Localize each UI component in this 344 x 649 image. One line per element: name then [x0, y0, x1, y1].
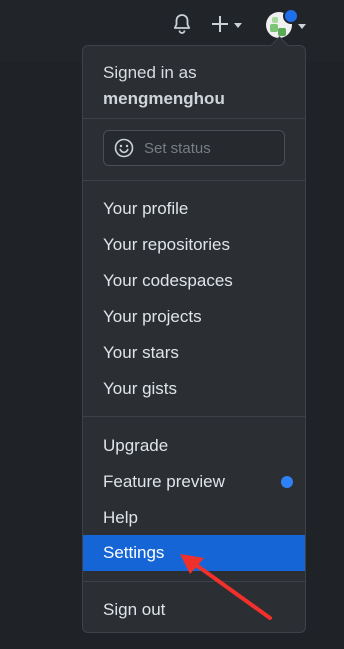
menu-item-upgrade[interactable]: Upgrade	[83, 428, 305, 464]
set-status-placeholder: Set status	[144, 140, 211, 157]
plus-icon	[212, 16, 228, 32]
chevron-down-icon	[234, 23, 242, 28]
menu-item-your-codespaces[interactable]: Your codespaces	[83, 263, 305, 299]
divider	[83, 416, 305, 417]
signed-in-header: Signed in as mengmenghou	[103, 60, 225, 112]
smiley-icon	[114, 138, 134, 158]
menu-item-your-projects[interactable]: Your projects	[83, 299, 305, 335]
menu-item-help[interactable]: Help	[83, 500, 305, 536]
menu-item-your-profile[interactable]: Your profile	[83, 191, 305, 227]
user-menu-button[interactable]	[266, 8, 310, 40]
username[interactable]: mengmenghou	[103, 86, 225, 112]
new-feature-dot	[281, 476, 293, 488]
feature-preview-label: Feature preview	[103, 472, 225, 491]
set-status-button[interactable]: Set status	[103, 130, 285, 166]
bell-icon[interactable]	[170, 12, 194, 36]
menu-item-your-gists[interactable]: Your gists	[83, 371, 305, 407]
divider	[83, 118, 305, 119]
menu-item-your-repositories[interactable]: Your repositories	[83, 227, 305, 263]
red-annotation-arrow	[180, 554, 272, 620]
divider	[83, 180, 305, 181]
chevron-down-icon	[298, 24, 306, 29]
create-new-button[interactable]	[210, 12, 250, 36]
notification-dot	[283, 8, 299, 24]
menu-item-your-stars[interactable]: Your stars	[83, 335, 305, 371]
user-dropdown-menu: Signed in as mengmenghou Set status Your…	[82, 36, 306, 633]
menu-item-feature-preview[interactable]: Feature preview	[83, 464, 305, 500]
signed-in-label: Signed in as	[103, 63, 197, 82]
